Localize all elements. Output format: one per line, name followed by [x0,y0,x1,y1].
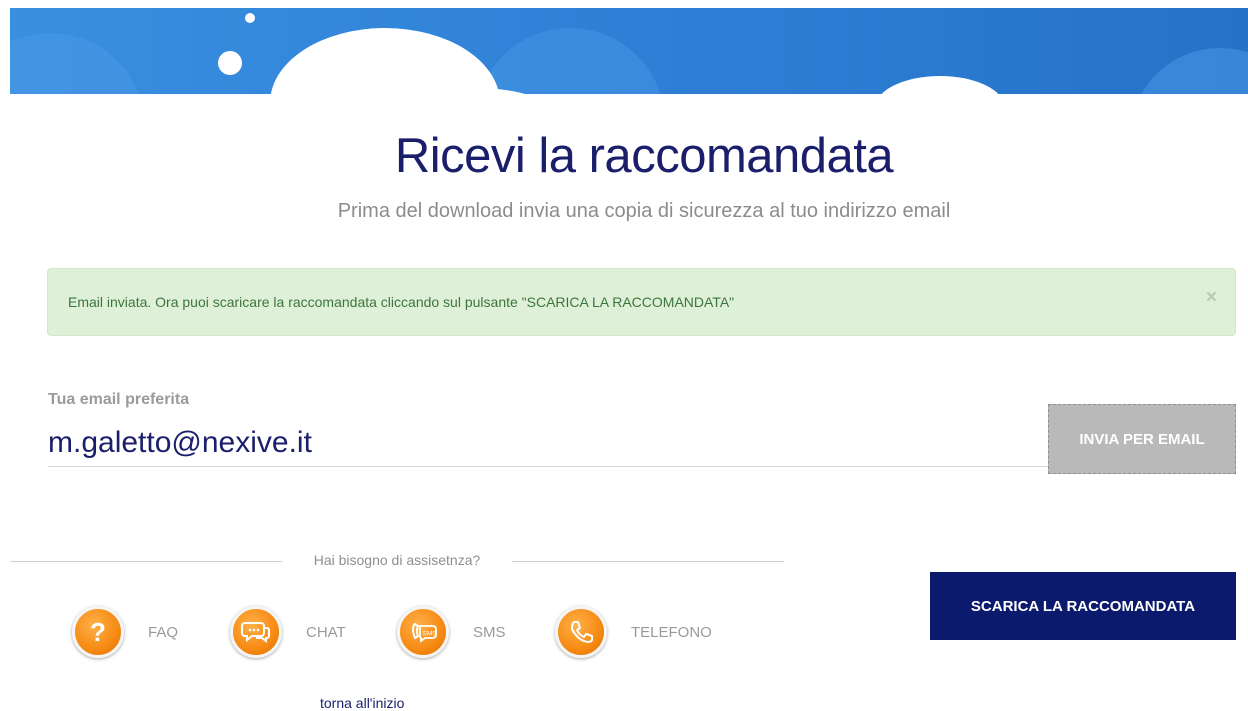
divider-left [10,561,282,562]
cloud-banner-illustration [10,8,1248,98]
success-alert: Email inviata. Ora puoi scaricare la rac… [47,268,1236,336]
sms-icon: SMS [397,606,449,658]
support-item-chat[interactable]: CHAT [230,606,346,658]
support-label-faq: FAQ [148,623,179,641]
phone-icon [555,606,607,658]
close-icon[interactable]: × [1206,288,1217,307]
page-subtitle: Prima del download invia una copia di si… [337,200,951,222]
question-icon: ? [72,606,124,658]
support-item-telefono[interactable]: TELEFONO [555,606,712,658]
support-item-sms[interactable]: SMS SMS [397,606,506,658]
support-item-faq[interactable]: ? FAQ [72,606,178,658]
send-email-button[interactable]: INVIA PER EMAIL [1048,404,1236,474]
email-field[interactable] [48,420,1048,467]
support-label-chat: CHAT [306,623,346,641]
divider-right [512,561,784,562]
support-label-sms: SMS [473,623,506,641]
alert-message: Email inviata. Ora puoi scaricare la rac… [68,294,735,310]
header-banner [10,8,1248,98]
svg-text:SMS: SMS [423,631,438,638]
page: Ricevi la raccomandata Prima del downloa… [0,0,1248,711]
chat-icon [230,606,282,658]
support-label-telefono: TELEFONO [631,623,712,641]
email-field-label: Tua email preferita [48,391,190,408]
back-to-start-link[interactable]: torna all'inizio [320,695,404,711]
download-button[interactable]: SCARICA LA RACCOMANDATA [930,572,1236,640]
assistance-heading: Hai bisogno di assisetnza? [313,552,481,568]
page-title: Ricevi la raccomandata [394,129,894,183]
